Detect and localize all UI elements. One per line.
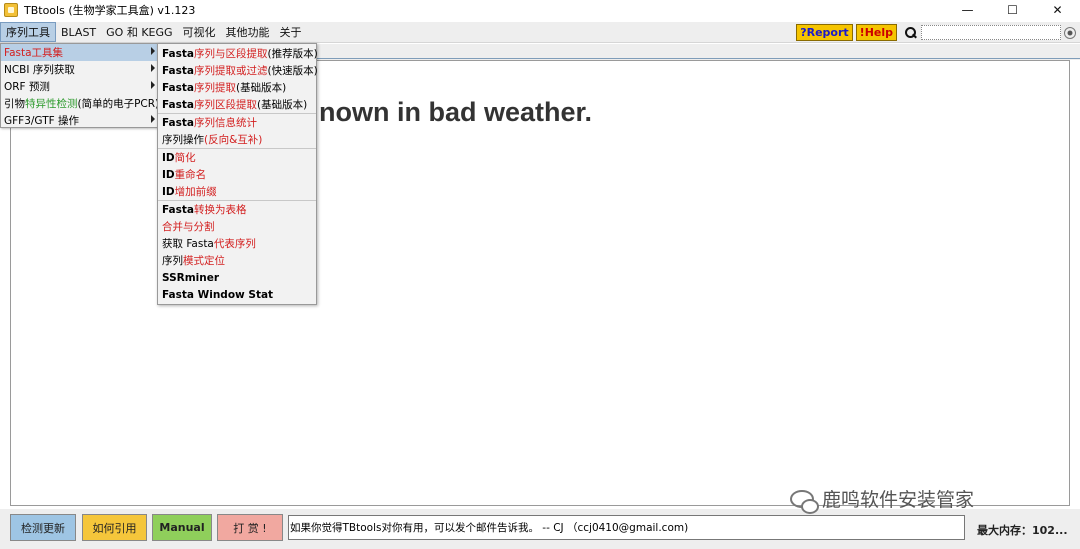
how-to-cite-button[interactable]: 如何引用 xyxy=(82,514,147,541)
dropdown-item-fasta-toolkit[interactable]: Fasta 工具集 xyxy=(1,44,158,61)
tab-divider xyxy=(316,58,1080,59)
dropdown-item-orf[interactable]: ORF 预测 xyxy=(1,78,158,95)
submenu-item-label: (反向&互补) xyxy=(204,134,263,146)
submenu-item-prefix: Fasta xyxy=(162,203,194,216)
submenu-item[interactable]: 序列操作 (反向&互补) xyxy=(158,131,316,148)
maximize-button[interactable]: ☐ xyxy=(990,0,1035,20)
donate-button[interactable]: 打 赏 ! xyxy=(217,514,283,541)
dropdown-item-label: 引物 xyxy=(4,98,25,110)
submenu-item-label: 序列提取或过滤 xyxy=(194,65,268,77)
submenu-arrow-icon xyxy=(151,81,155,89)
dropdown-item-label: Fasta xyxy=(4,46,32,59)
submenu-item-label: SSRminer xyxy=(162,271,220,284)
dropdown-item-label: NCBI 序列获取 xyxy=(4,64,75,76)
submenu-item-prefix: Fasta xyxy=(162,116,194,129)
submenu-item-label: 代表序列 xyxy=(213,238,256,250)
dropdown-item-primer[interactable]: 引物 特异性检测 (简单的电子PCR) xyxy=(1,95,160,112)
submenu-arrow-icon xyxy=(151,115,155,123)
submenu-item-label: 模式定位 xyxy=(183,255,225,267)
submenu-item-prefix: 序列操作 xyxy=(162,134,204,146)
submenu-item[interactable]: Fasta 序列与区段提取 (推荐版本) xyxy=(158,45,318,62)
submenu-item-label: 序列与区段提取 xyxy=(194,48,268,60)
menu-bar: 序列工具 BLAST GO 和 KEGG 可视化 其他功能 关于 ?Report… xyxy=(0,22,1080,43)
submenu-item[interactable]: Fasta 序列区段提取 (基础版本) xyxy=(158,96,316,113)
submenu-item[interactable]: Fasta 转换为表格 xyxy=(158,201,316,218)
submenu-item-prefix: ID xyxy=(162,168,175,181)
submenu-item-label: 增加前缀 xyxy=(174,186,217,198)
submenu-item-prefix: ID xyxy=(162,185,175,198)
submenu-item-suffix: (基础版本) xyxy=(257,99,308,111)
dropdown-item-ncbi[interactable]: NCBI 序列获取 xyxy=(1,61,158,78)
menubar-tools: ?Report !Help xyxy=(796,23,1076,42)
submenu-item[interactable]: Fasta 序列提取 (基础版本) xyxy=(158,79,316,96)
submenu-item-label: 重命名 xyxy=(174,169,207,181)
minimize-button[interactable]: — xyxy=(945,0,990,20)
submenu-item-suffix: (推荐版本) xyxy=(267,48,318,60)
submenu-item[interactable]: 序列 模式定位 xyxy=(158,252,316,269)
dropdown-item-label: GFF3/GTF 操作 xyxy=(4,115,79,127)
submenu-item-label: 序列信息统计 xyxy=(194,117,257,129)
submenu-arrow-icon xyxy=(151,64,155,72)
menu-blast[interactable]: BLAST xyxy=(56,22,101,42)
check-update-button[interactable]: 检测更新 xyxy=(10,514,76,541)
max-memory-label: 最大内存：102... xyxy=(977,524,1068,537)
menu-other-functions[interactable]: 其他功能 xyxy=(221,22,275,42)
submenu-item-label: Fasta Window Stat xyxy=(162,288,274,301)
tbtools-app-icon xyxy=(4,3,18,17)
submenu-item-label: 序列区段提取 xyxy=(194,99,257,111)
watermark-logo-text: 鹿鸣软件安装管家 xyxy=(822,489,975,511)
menu-sequence-tools[interactable]: 序列工具 xyxy=(0,22,56,42)
window-controls: — ☐ ✕ xyxy=(945,0,1080,20)
submenu-item[interactable]: Fasta 序列提取或过滤 (快速版本) xyxy=(158,62,318,79)
quote-text: nown in bad weather. xyxy=(319,97,593,127)
status-message-field: 如果你觉得TBtools对你有用，可以发个邮件告诉我。 -- CJ （ccj04… xyxy=(288,515,965,540)
sequence-tools-dropdown: Fasta 工具集 NCBI 序列获取 ORF 预测 引物 特异性检测 (简单的电… xyxy=(0,43,159,128)
watermark-logo: 鹿鸣软件安装管家 xyxy=(790,485,975,514)
submenu-item-label: 简化 xyxy=(174,152,196,164)
dropdown-item-label: ORF 预测 xyxy=(4,81,50,93)
submenu-item[interactable]: Fasta Window Stat xyxy=(158,286,316,303)
submenu-item[interactable]: SSRminer xyxy=(158,269,316,286)
help-button[interactable]: !Help xyxy=(855,24,897,41)
dropdown-item-label-highlight: 特异性检测 xyxy=(25,98,78,110)
submenu-item-prefix: 获取 Fasta xyxy=(162,238,214,250)
search-icon xyxy=(904,26,917,39)
submenu-item[interactable]: 合并与分割 xyxy=(158,218,316,235)
report-button[interactable]: ?Report xyxy=(796,24,853,41)
submenu-item-prefix: Fasta xyxy=(162,98,194,111)
window-title: TBtools (生物学家工具盒) v1.123 xyxy=(24,4,196,17)
menu-visualization[interactable]: 可视化 xyxy=(178,22,221,42)
menu-go-kegg[interactable]: GO 和 KEGG xyxy=(101,22,177,42)
menu-about[interactable]: 关于 xyxy=(275,22,307,42)
wechat-icon xyxy=(790,489,819,514)
submenu-item-prefix: 序列 xyxy=(162,255,183,267)
submenu-arrow-icon xyxy=(151,47,155,55)
submenu-item-prefix: Fasta xyxy=(162,81,194,94)
submenu-item-prefix: ID xyxy=(162,151,175,164)
dropdown-item-label-highlight: 工具集 xyxy=(31,47,64,59)
submenu-item-label: 转换为表格 xyxy=(194,204,247,216)
dropdown-item-label-suffix: (简单的电子PCR) xyxy=(77,98,160,110)
submenu-item-prefix: Fasta xyxy=(162,47,194,60)
submenu-item[interactable]: 获取 Fasta 代表序列 xyxy=(158,235,316,252)
submenu-item[interactable]: ID 增加前缀 xyxy=(158,183,316,200)
title-bar: TBtools (生物学家工具盒) v1.123 — ☐ ✕ xyxy=(0,0,1080,20)
submenu-item[interactable]: Fasta 序列信息统计 xyxy=(158,114,316,131)
submenu-item[interactable]: ID 重命名 xyxy=(158,166,316,183)
search-input[interactable] xyxy=(921,25,1061,40)
submenu-item-label: 合并与分割 xyxy=(162,221,215,233)
manual-button[interactable]: Manual xyxy=(152,514,212,541)
dropdown-item-gff3[interactable]: GFF3/GTF 操作 xyxy=(1,112,158,129)
fasta-toolkit-submenu: Fasta 序列与区段提取 (推荐版本) Fasta 序列提取或过滤 (快速版本)… xyxy=(157,43,318,305)
submenu-item[interactable]: ID 简化 xyxy=(158,149,316,166)
submenu-item-prefix: Fasta xyxy=(162,64,194,77)
search-clear-icon[interactable] xyxy=(1064,26,1076,39)
bottom-bar: 检测更新 如何引用 Manual 打 赏 ! 如果你觉得TBtools对你有用，… xyxy=(0,509,1080,549)
submenu-item-suffix: (基础版本) xyxy=(236,82,287,94)
submenu-item-suffix: (快速版本) xyxy=(267,65,318,77)
submenu-item-label: 序列提取 xyxy=(194,82,236,94)
close-button[interactable]: ✕ xyxy=(1035,0,1080,20)
